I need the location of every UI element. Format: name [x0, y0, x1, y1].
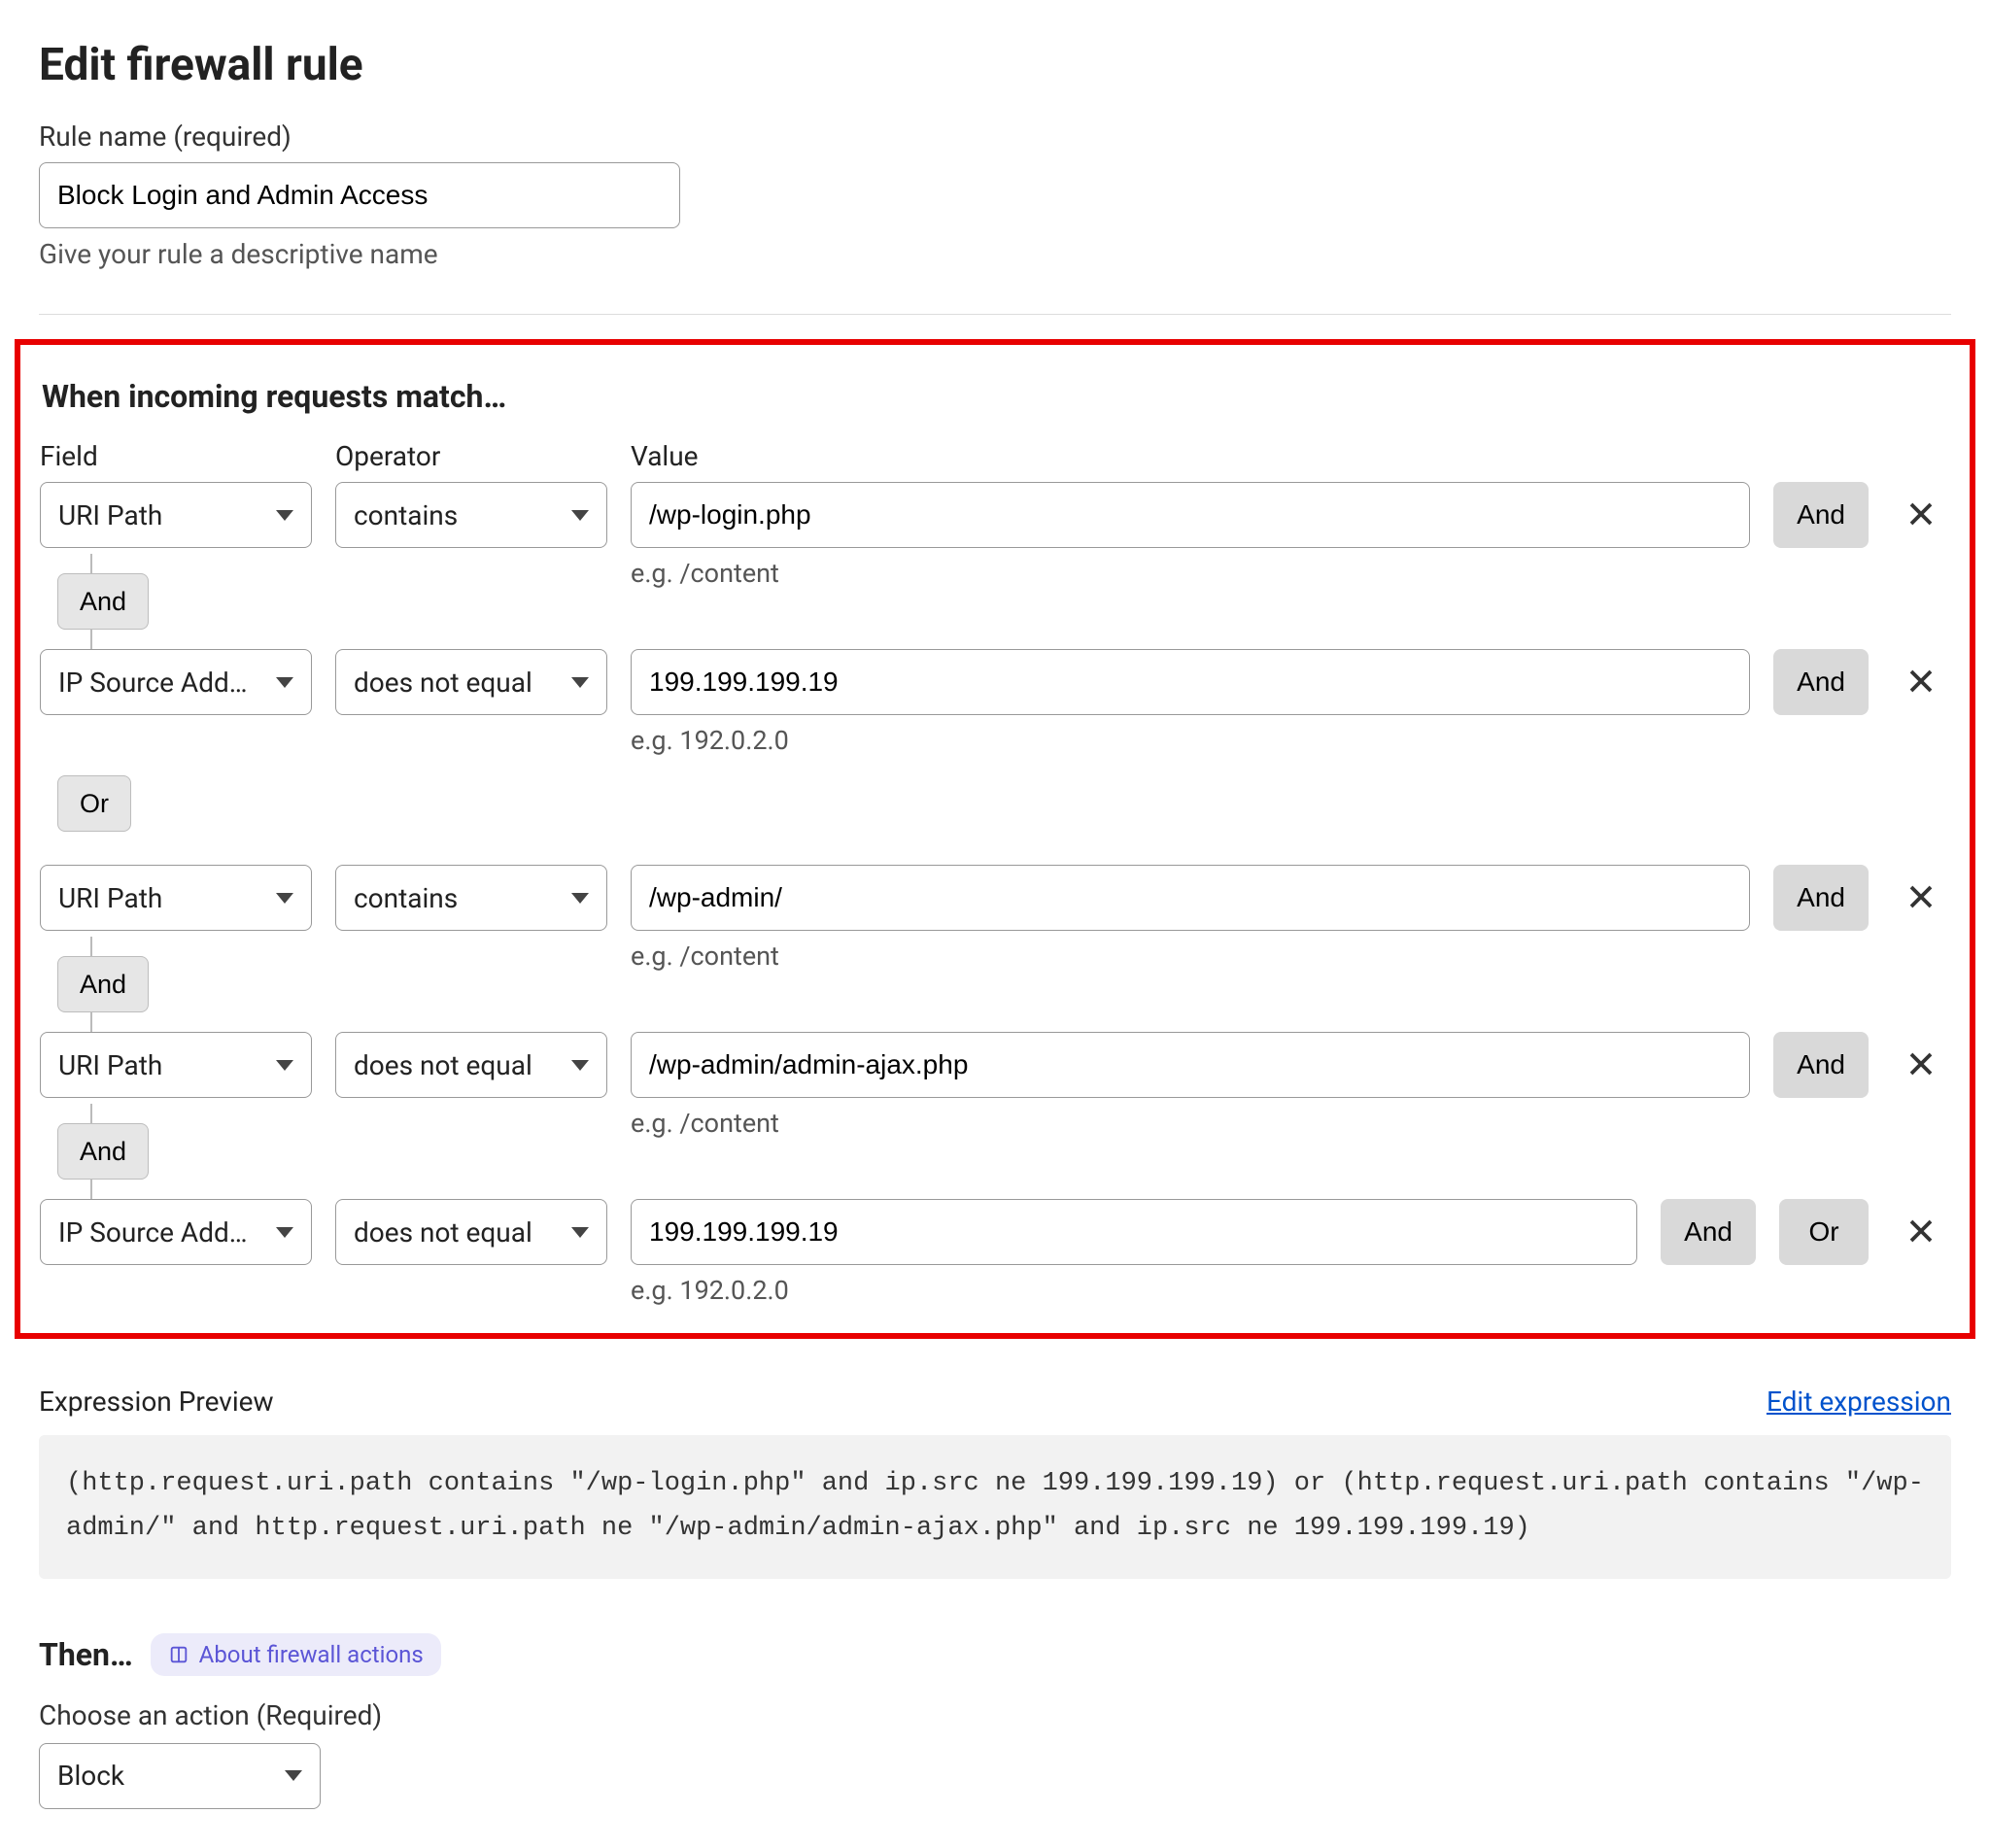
col-value-label: Value — [631, 440, 1950, 472]
operator-select[interactable]: does not equal — [335, 1199, 607, 1265]
field-value: URI Path — [58, 1049, 162, 1081]
connector-and[interactable]: And — [57, 1123, 149, 1180]
operator-select[interactable]: does not equal — [335, 649, 607, 715]
operator-select[interactable]: does not equal — [335, 1032, 607, 1098]
operator-value: does not equal — [354, 1049, 532, 1081]
and-button[interactable]: And — [1773, 482, 1869, 548]
expression-preview-label: Expression Preview — [39, 1386, 274, 1418]
action-label: Choose an action (Required) — [39, 1699, 1951, 1731]
chevron-down-icon — [285, 1770, 302, 1781]
column-labels: Field Operator Value — [40, 440, 1950, 472]
operator-value: does not equal — [354, 667, 532, 699]
rule-row: IP Source Add… does not equal e.g. 192.0.2… — [40, 649, 1950, 756]
expression-preview: (http.request.uri.path contains "/wp-log… — [39, 1435, 1951, 1579]
remove-row-button[interactable] — [1892, 1199, 1950, 1265]
remove-row-button[interactable] — [1892, 649, 1950, 715]
chevron-down-icon — [276, 510, 293, 521]
and-button[interactable]: And — [1661, 1199, 1756, 1265]
connector-stem — [90, 1012, 92, 1032]
remove-row-button[interactable] — [1892, 1032, 1950, 1098]
match-section: When incoming requests match… Field Oper… — [15, 339, 1975, 1339]
close-icon — [1906, 882, 1936, 914]
operator-value: contains — [354, 882, 458, 914]
value-hint: e.g. /content — [631, 1108, 1750, 1139]
book-icon — [168, 1644, 189, 1665]
chevron-down-icon — [276, 1227, 293, 1238]
value-input[interactable] — [631, 865, 1750, 931]
field-select[interactable]: URI Path — [40, 1032, 312, 1098]
chevron-down-icon — [571, 1227, 589, 1238]
operator-value: does not equal — [354, 1216, 532, 1249]
field-select[interactable]: URI Path — [40, 482, 312, 548]
action-value: Block — [57, 1760, 124, 1792]
connector-stem — [90, 937, 92, 956]
connector-and[interactable]: And — [57, 956, 149, 1012]
action-select[interactable]: Block — [39, 1743, 321, 1809]
and-button[interactable]: And — [1773, 649, 1869, 715]
field-value: IP Source Add… — [58, 667, 248, 699]
field-value: IP Source Add… — [58, 1216, 248, 1249]
page-title: Edit firewall rule — [39, 39, 1951, 91]
chevron-down-icon — [276, 677, 293, 688]
match-heading: When incoming requests match… — [42, 378, 1950, 415]
rule-name-label: Rule name (required) — [39, 120, 1951, 153]
col-field-label: Field — [40, 440, 312, 472]
close-icon — [1906, 667, 1936, 699]
value-input[interactable] — [631, 1032, 1750, 1098]
rule-name-help: Give your rule a descriptive name — [39, 238, 1951, 270]
value-input[interactable] — [631, 1199, 1637, 1265]
edit-expression-link[interactable]: Edit expression — [1767, 1386, 1951, 1418]
remove-row-button[interactable] — [1892, 482, 1950, 548]
chevron-down-icon — [571, 893, 589, 904]
chevron-down-icon — [276, 1060, 293, 1071]
field-value: URI Path — [58, 499, 162, 531]
chevron-down-icon — [276, 893, 293, 904]
value-hint: e.g. /content — [631, 941, 1750, 972]
or-button[interactable]: Or — [1779, 1199, 1869, 1265]
connector-and[interactable]: And — [57, 573, 149, 630]
divider — [39, 314, 1951, 315]
connector-stem — [90, 1104, 92, 1123]
col-operator-label: Operator — [335, 440, 607, 472]
operator-select[interactable]: contains — [335, 482, 607, 548]
rule-name-input[interactable] — [39, 162, 680, 228]
field-select[interactable]: IP Source Add… — [40, 1199, 312, 1265]
chevron-down-icon — [571, 510, 589, 521]
then-label: Then… — [39, 1636, 133, 1673]
connector-stem — [90, 1180, 92, 1199]
remove-row-button[interactable] — [1892, 865, 1950, 931]
about-firewall-actions[interactable]: About firewall actions — [151, 1633, 441, 1676]
value-input[interactable] — [631, 649, 1750, 715]
value-input[interactable] — [631, 482, 1750, 548]
close-icon — [1906, 1216, 1936, 1249]
field-select[interactable]: IP Source Add… — [40, 649, 312, 715]
about-firewall-actions-label: About firewall actions — [199, 1641, 424, 1668]
value-hint: e.g. 192.0.2.0 — [631, 1275, 1637, 1306]
connector-stem — [90, 554, 92, 573]
and-button[interactable]: And — [1773, 865, 1869, 931]
value-hint: e.g. 192.0.2.0 — [631, 725, 1750, 756]
value-hint: e.g. /content — [631, 558, 1750, 589]
chevron-down-icon — [571, 1060, 589, 1071]
close-icon — [1906, 499, 1936, 531]
and-button[interactable]: And — [1773, 1032, 1869, 1098]
close-icon — [1906, 1049, 1936, 1081]
operator-select[interactable]: contains — [335, 865, 607, 931]
rule-row: IP Source Add… does not equal e.g. 192.0.2… — [40, 1199, 1950, 1306]
connector-stem — [90, 630, 92, 649]
operator-value: contains — [354, 499, 458, 531]
connector-or[interactable]: Or — [57, 775, 131, 832]
chevron-down-icon — [571, 677, 589, 688]
field-value: URI Path — [58, 882, 162, 914]
field-select[interactable]: URI Path — [40, 865, 312, 931]
